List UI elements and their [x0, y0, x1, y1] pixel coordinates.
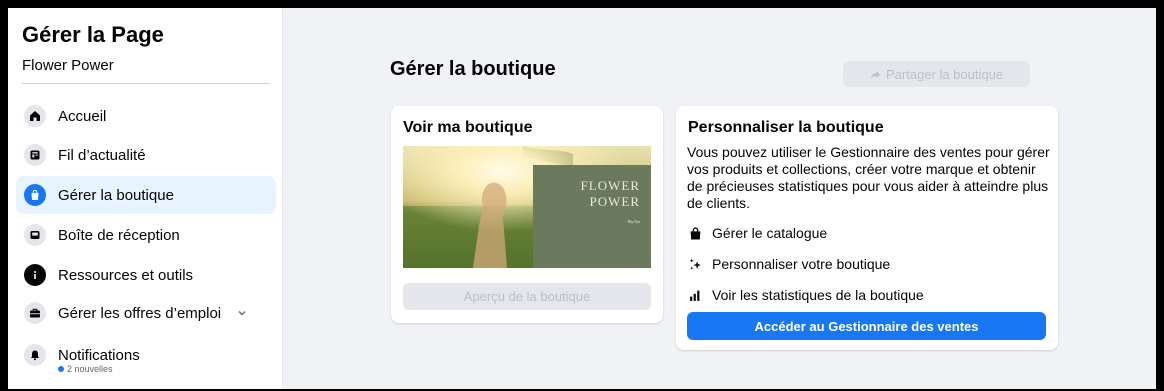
feature-label: Personnaliser votre boutique	[712, 256, 891, 272]
view-shop-title: Voir ma boutique	[403, 119, 533, 136]
divider	[22, 83, 270, 84]
feature-label: Gérer le catalogue	[712, 225, 828, 241]
sidebar-item-ressources[interactable]: Ressources et outils	[16, 256, 276, 294]
customize-shop-card: Personnaliser la boutique Vous pouvez ut…	[676, 106, 1058, 350]
share-arrow-icon	[870, 70, 881, 79]
home-icon	[24, 105, 46, 127]
info-icon	[24, 264, 46, 286]
inbox-icon	[24, 224, 46, 246]
customize-description: Vous pouvez utiliser le Gestionnaire des…	[687, 144, 1050, 211]
sidebar-item-label: Accueil	[58, 107, 107, 125]
sidebar-item-label: Ressources et outils	[58, 266, 194, 284]
sidebar-item-boutique[interactable]: Gérer la boutique	[16, 176, 276, 214]
customize-shop-title: Personnaliser la boutique	[688, 119, 884, 136]
feature-catalog: Gérer le catalogue	[689, 225, 827, 241]
sidebar-item-fil[interactable]: Fil d’actualité	[16, 136, 276, 174]
sidebar-item-label: Fil d’actualité	[58, 146, 146, 164]
shopping-bag-icon	[24, 184, 46, 206]
sidebar-item-emploi[interactable]: Gérer les offres d’emploi	[16, 294, 276, 332]
share-shop-button[interactable]: Partager la boutique	[843, 61, 1030, 87]
sidebar-item-accueil[interactable]: Accueil	[16, 97, 276, 135]
sidebar-item-inbox[interactable]: Boîte de réception	[16, 216, 276, 254]
feature-customize: Personnaliser votre boutique	[689, 256, 890, 272]
sidebar-item-label: Notifications	[58, 346, 140, 364]
sidebar-item-label: Boîte de réception	[58, 226, 180, 244]
sidebar: Gérer la Page Flower Power Accueil Fil d…	[8, 8, 283, 389]
chevron-down-icon[interactable]	[237, 308, 247, 318]
sidebar-item-notifications[interactable]: Notifications	[16, 336, 276, 374]
page-title: Gérer la boutique	[390, 58, 556, 80]
unread-dot	[58, 366, 64, 372]
briefcase-icon	[24, 302, 46, 324]
notification-badge: 2 nouvelles	[58, 364, 113, 374]
shopping-bag-icon	[690, 226, 701, 239]
feature-stats: Voir les statistiques de la boutique	[689, 287, 924, 303]
app-frame: Gérer la Page Flower Power Accueil Fil d…	[8, 8, 1156, 389]
shop-preview-button[interactable]: Aperçu de la boutique	[403, 283, 651, 310]
sidebar-title: Gérer la Page	[22, 22, 164, 47]
shop-banner-image: FLOWER POWER Hip Era	[403, 146, 651, 268]
bell-icon	[24, 344, 46, 366]
notification-count: 2 nouvelles	[67, 364, 113, 374]
logo-line-2: POWER	[590, 194, 641, 209]
logo-tagline: Hip Era	[627, 219, 640, 224]
sparkle-icon	[689, 258, 701, 270]
sales-manager-button[interactable]: Accéder au Gestionnaire des ventes	[687, 312, 1046, 340]
feature-label: Voir les statistiques de la boutique	[712, 287, 924, 303]
bar-chart-icon	[690, 290, 700, 301]
page-name: Flower Power	[22, 57, 114, 74]
sidebar-item-label: Gérer les offres d’emploi	[58, 304, 222, 322]
view-shop-card: Voir ma boutique FLOWER POWER Hip Era Ap…	[391, 106, 663, 323]
logo-line-1: FLOWER	[581, 178, 640, 193]
share-shop-label: Partager la boutique	[885, 66, 1004, 82]
sidebar-item-label: Gérer la boutique	[58, 186, 174, 204]
newsfeed-icon	[24, 144, 46, 166]
